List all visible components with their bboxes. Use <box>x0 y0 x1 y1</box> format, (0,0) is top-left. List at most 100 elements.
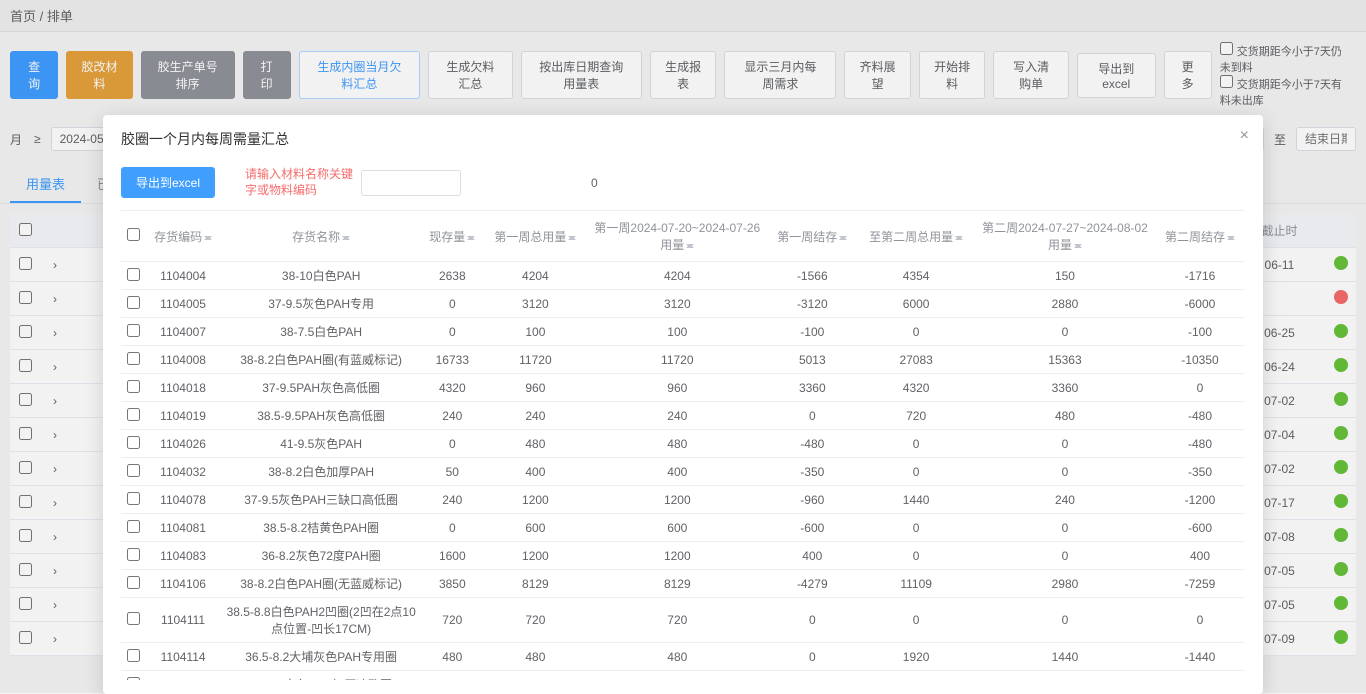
cell-stock: 240 <box>421 486 483 514</box>
cell-w2-cum: 0 <box>857 671 975 681</box>
cell-w1-usage: 1200 <box>587 486 767 514</box>
modal-search-input[interactable] <box>361 170 461 196</box>
sort-icon <box>204 232 212 244</box>
cell-code: 1104018 <box>145 374 221 402</box>
cell-w1-total: 400 <box>483 458 587 486</box>
row-checkbox[interactable] <box>127 492 140 505</box>
sort-icon <box>1074 240 1082 252</box>
table-row[interactable]: 1104008 38-8.2白色PAH圈(有蓝威标记) 16733 11720 … <box>121 346 1245 374</box>
table-row[interactable]: 1104007 38-7.5白色PAH 0 100 100 -100 0 0 -… <box>121 318 1245 346</box>
row-checkbox[interactable] <box>127 576 140 589</box>
cell-stock: 3850 <box>421 570 483 598</box>
cell-name: 38-8.2白色PAH加厚冲孔圈 <box>221 671 421 681</box>
cell-w1-usage: 480 <box>587 643 767 671</box>
cell-w1-usage: 480 <box>587 430 767 458</box>
cell-w1-total: 240 <box>483 402 587 430</box>
row-checkbox[interactable] <box>127 520 140 533</box>
cell-w2-balance: -480 <box>1155 402 1245 430</box>
cell-w2-balance: -1440 <box>1155 643 1245 671</box>
row-checkbox[interactable] <box>127 408 140 421</box>
cell-w2-cum: 720 <box>857 402 975 430</box>
col-name[interactable]: 存货名称 <box>221 211 421 262</box>
col-w2-usage[interactable]: 第二周2024-07-27~2024-08-02用量 <box>975 211 1155 262</box>
cell-w2-cum: 11109 <box>857 570 975 598</box>
cell-stock: 50 <box>421 458 483 486</box>
table-row[interactable]: 1104106 38-8.2白色PAH圈(无蓝威标记) 3850 8129 81… <box>121 570 1245 598</box>
cell-code: 1104008 <box>145 346 221 374</box>
row-checkbox[interactable] <box>127 352 140 365</box>
cell-stock: 0 <box>421 290 483 318</box>
cell-w1-total: 480 <box>483 643 587 671</box>
table-row[interactable]: 1104032 38-8.2白色加厚PAH 50 400 400 -350 0 … <box>121 458 1245 486</box>
cell-w1-usage: 960 <box>587 374 767 402</box>
row-checkbox[interactable] <box>127 649 140 662</box>
row-checkbox[interactable] <box>127 268 140 281</box>
table-row[interactable]: 1104005 37-9.5灰色PAH专用 0 3120 3120 -3120 … <box>121 290 1245 318</box>
col-stock[interactable]: 现存量 <box>421 211 483 262</box>
row-checkbox[interactable] <box>127 677 140 681</box>
sort-icon <box>955 232 963 244</box>
cell-stock: 240 <box>421 402 483 430</box>
row-checkbox[interactable] <box>127 296 140 309</box>
cell-w2-usage: 1440 <box>975 643 1155 671</box>
row-checkbox[interactable] <box>127 324 140 337</box>
cell-name: 38.5-9.5PAH灰色高低圈 <box>221 402 421 430</box>
cell-w1-total: 8129 <box>483 570 587 598</box>
modal-select-all[interactable] <box>127 228 140 241</box>
col-w1-balance[interactable]: 第一周结存 <box>767 211 857 262</box>
cell-w2-balance: -1200 <box>1155 486 1245 514</box>
col-w2-balance[interactable]: 第二周结存 <box>1155 211 1245 262</box>
cell-w2-cum: 0 <box>857 458 975 486</box>
cell-w2-usage: 0 <box>975 430 1155 458</box>
sort-icon <box>467 232 475 244</box>
cell-w2-balance: 400 <box>1155 542 1245 570</box>
table-row[interactable]: 1104004 38-10白色PAH 2638 4204 4204 -1566 … <box>121 262 1245 290</box>
cell-w2-cum: 0 <box>857 318 975 346</box>
table-row[interactable]: 1104019 38.5-9.5PAH灰色高低圈 240 240 240 0 7… <box>121 402 1245 430</box>
cell-name: 41-9.5灰色PAH <box>221 430 421 458</box>
cell-w1-balance: -1566 <box>767 262 857 290</box>
modal-table: 存货编码 存货名称 现存量 第一周总用量 第一周2024-07-20~2024-… <box>121 211 1245 680</box>
modal-table-scroll[interactable]: 存货编码 存货名称 现存量 第一周总用量 第一周2024-07-20~2024-… <box>121 210 1245 680</box>
table-row[interactable]: 1104018 37-9.5PAH灰色高低圈 4320 960 960 3360… <box>121 374 1245 402</box>
close-icon[interactable]: × <box>1240 127 1249 145</box>
table-row[interactable]: 1104170 38-8.2白色PAH加厚冲孔圈 1390 1580 1580 … <box>121 671 1245 681</box>
cell-w2-usage: 0 <box>975 542 1155 570</box>
cell-w1-usage: 240 <box>587 402 767 430</box>
sort-icon <box>342 232 350 244</box>
table-row[interactable]: 1104114 36.5-8.2大埔灰色PAH专用圈 480 480 480 0… <box>121 643 1245 671</box>
cell-w1-balance: 0 <box>767 402 857 430</box>
row-checkbox[interactable] <box>127 612 140 625</box>
cell-code: 1104081 <box>145 514 221 542</box>
cell-w1-total: 1200 <box>483 542 587 570</box>
cell-w2-usage: 2880 <box>975 290 1155 318</box>
table-row[interactable]: 1104078 37-9.5灰色PAH三缺口高低圈 240 1200 1200 … <box>121 486 1245 514</box>
cell-name: 38-10白色PAH <box>221 262 421 290</box>
col-w1-usage[interactable]: 第一周2024-07-20~2024-07-26用量 <box>587 211 767 262</box>
col-w1-total[interactable]: 第一周总用量 <box>483 211 587 262</box>
cell-w1-usage: 600 <box>587 514 767 542</box>
sort-icon <box>686 240 694 252</box>
cell-w1-usage: 400 <box>587 458 767 486</box>
table-row[interactable]: 1104111 38.5-8.8白色PAH2凹圈(2凹在2点10点位置-凹长17… <box>121 598 1245 643</box>
row-checkbox[interactable] <box>127 380 140 393</box>
table-row[interactable]: 1104083 36-8.2灰色72度PAH圈 1600 1200 1200 4… <box>121 542 1245 570</box>
cell-name: 36-8.2灰色72度PAH圈 <box>221 542 421 570</box>
cell-stock: 16733 <box>421 346 483 374</box>
modal-export-button[interactable]: 导出到excel <box>121 167 215 198</box>
cell-w1-total: 3120 <box>483 290 587 318</box>
cell-w2-usage: 480 <box>975 402 1155 430</box>
row-checkbox[interactable] <box>127 464 140 477</box>
cell-name: 38-8.2白色加厚PAH <box>221 458 421 486</box>
table-row[interactable]: 1104026 41-9.5灰色PAH 0 480 480 -480 0 0 -… <box>121 430 1245 458</box>
col-code[interactable]: 存货编码 <box>145 211 221 262</box>
col-w2-cum[interactable]: 至第二周总用量 <box>857 211 975 262</box>
row-checkbox[interactable] <box>127 548 140 561</box>
cell-w2-usage: 0 <box>975 671 1155 681</box>
cell-code: 1104170 <box>145 671 221 681</box>
cell-w2-usage: 0 <box>975 514 1155 542</box>
row-checkbox[interactable] <box>127 436 140 449</box>
table-row[interactable]: 1104081 38.5-8.2桔黄色PAH圈 0 600 600 -600 0… <box>121 514 1245 542</box>
weekly-demand-modal: × 胶圈一个月内每周需量汇总 导出到excel 请输入材料名称关键字或物料编码 … <box>103 115 1263 694</box>
cell-name: 38-8.2白色PAH圈(无蓝威标记) <box>221 570 421 598</box>
